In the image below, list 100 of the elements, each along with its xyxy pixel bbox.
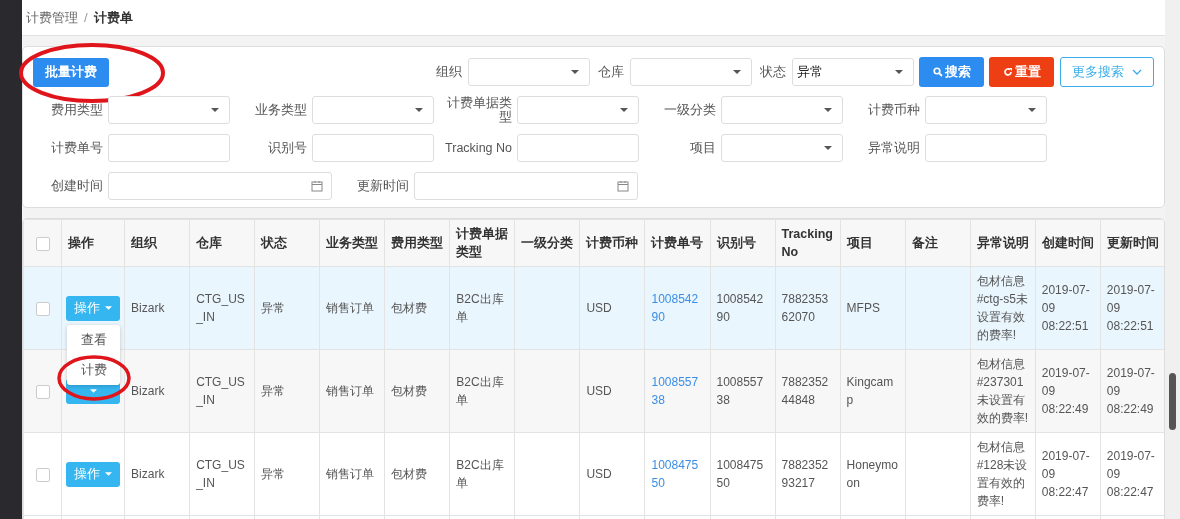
filter-label: 仓库 (598, 65, 624, 79)
action-dropdown-button[interactable]: 操作 (66, 295, 121, 321)
table-cell-text: MFPS (846, 300, 881, 317)
table-cell-text: 包材信息#ctg-s5未设置有效的费率! (976, 273, 1029, 344)
caret-icon (89, 389, 97, 393)
input-field[interactable] (108, 134, 230, 162)
filter-label: 计费单据类型 (446, 96, 512, 124)
caret-icon (620, 108, 628, 112)
select-field[interactable] (108, 96, 230, 124)
table-cell-text: 包材费 (391, 300, 429, 317)
caret-icon (733, 70, 741, 74)
select-all-checkbox[interactable] (35, 236, 50, 251)
caret-icon (1028, 108, 1036, 112)
row-checkbox[interactable] (35, 467, 50, 482)
table-cell-text: USD (586, 466, 613, 483)
select-field[interactable] (721, 96, 843, 124)
date-field[interactable] (108, 172, 332, 200)
reset-button[interactable]: 重置 (989, 57, 1054, 87)
column-header: 异常说明 (976, 236, 1029, 250)
more-search-button[interactable]: 更多搜索 (1060, 57, 1154, 87)
table-cell-text: Kingcamp (846, 374, 895, 409)
select-value: 异常 (797, 63, 823, 81)
filter-label: 计费币种 (868, 103, 920, 117)
select-field[interactable] (721, 134, 843, 162)
caret-icon (895, 70, 903, 74)
column-header: 项目 (846, 236, 873, 250)
column-header: 组织 (131, 236, 158, 250)
date-field[interactable] (414, 172, 638, 200)
table-cell-text: B2C出库单 (456, 457, 505, 492)
table-cell-text: 100854290 (716, 291, 765, 326)
scrollbar-thumb[interactable] (1169, 373, 1176, 430)
select-field[interactable] (925, 96, 1047, 124)
table-cell-text: 包材费 (391, 466, 429, 483)
table-cell-text: CTG_US_IN (196, 457, 246, 492)
column-header: 状态 (261, 236, 288, 250)
input-field[interactable] (517, 134, 639, 162)
caret-icon (571, 70, 579, 74)
filter-label: 费用类型 (51, 103, 103, 117)
table-cell-text: 异常 (261, 466, 287, 483)
table-cell-text: 100847550 (716, 457, 765, 492)
select-field[interactable]: 异常 (792, 58, 914, 86)
select-field[interactable] (312, 96, 434, 124)
column-header: 计费单据类型 (456, 227, 509, 259)
search-icon (932, 67, 943, 77)
table-cell-text: Bizark (131, 383, 166, 400)
table-cell-text: 销售订单 (326, 383, 376, 400)
refresh-icon (1002, 67, 1013, 77)
filter-label: 异常说明 (868, 141, 920, 155)
table-cell-text: 异常 (261, 383, 287, 400)
row-checkbox[interactable] (35, 301, 50, 316)
table-cell-text: CTG_US_IN (196, 291, 246, 326)
filter-label: 项目 (690, 141, 716, 155)
breadcrumb-link[interactable]: 计费管理 (26, 8, 78, 27)
select-field[interactable] (517, 96, 639, 124)
filter-label: 计费单号 (51, 141, 103, 155)
select-field[interactable] (468, 58, 590, 86)
table-cell-text: 销售订单 (326, 300, 376, 317)
table-cell-text: 2019-07-09 08:22:49 (1041, 365, 1091, 418)
filter-label: 状态 (760, 65, 786, 79)
batch-billing-button[interactable]: 批量计费 (33, 57, 109, 87)
filter-label: 组织 (436, 65, 462, 79)
column-header: 计费币种 (586, 236, 639, 250)
table-cell-text: 2019-07-09 08:22:51 (1106, 282, 1156, 335)
menu-item[interactable]: 查看 (80, 329, 107, 351)
select-field[interactable] (630, 58, 752, 86)
table-cell-text: 788235293217 (781, 457, 830, 492)
table-cell-text: 2019-07-09 08:22:47 (1041, 448, 1091, 501)
column-header: 操作 (68, 236, 95, 250)
table-cell-text: USD (586, 383, 613, 400)
table-cell-text: 包材费 (391, 383, 429, 400)
column-header: 备注 (911, 236, 938, 250)
filter-label: 一级分类 (664, 103, 716, 117)
column-header: 仓库 (196, 236, 223, 250)
menu-item[interactable]: 计费 (80, 359, 107, 381)
table-cell-text: 销售订单 (326, 466, 376, 483)
search-button[interactable]: 搜索 (919, 57, 984, 87)
column-header: 一级分类 (521, 236, 574, 250)
table-cell-text: 788235244848 (781, 374, 830, 409)
caret-icon (211, 108, 219, 112)
table-cell-text: 2019-07-09 08:22:49 (1106, 365, 1156, 418)
row-checkbox[interactable] (35, 384, 50, 399)
column-header: 更新时间 (1106, 236, 1159, 250)
table-cell-text: Bizark (131, 466, 166, 483)
column-header: 识别号 (716, 236, 756, 250)
table-cell-text: 2019-07-09 08:22:47 (1106, 448, 1156, 501)
filter-label: 更新时间 (357, 179, 409, 193)
input-field[interactable] (925, 134, 1047, 162)
chevron-down-icon (1132, 69, 1142, 75)
filter-label: 识别号 (268, 141, 307, 155)
filter-label: 创建时间 (51, 179, 103, 193)
table-cell-text: CTG_US_IN (196, 374, 246, 409)
input-field[interactable] (312, 134, 434, 162)
table-cell-text: 包材信息#237301未设置有效的费率! (976, 356, 1029, 427)
column-header: 计费单号 (651, 236, 704, 250)
action-dropdown-button[interactable]: 操作 (66, 461, 121, 487)
table-cell-text: USD (586, 300, 613, 317)
filter-label: Tracking No (445, 141, 512, 155)
table-cell-text: B2C出库单 (456, 374, 505, 409)
column-header: 业务类型 (326, 236, 379, 250)
calendar-icon (311, 180, 323, 192)
